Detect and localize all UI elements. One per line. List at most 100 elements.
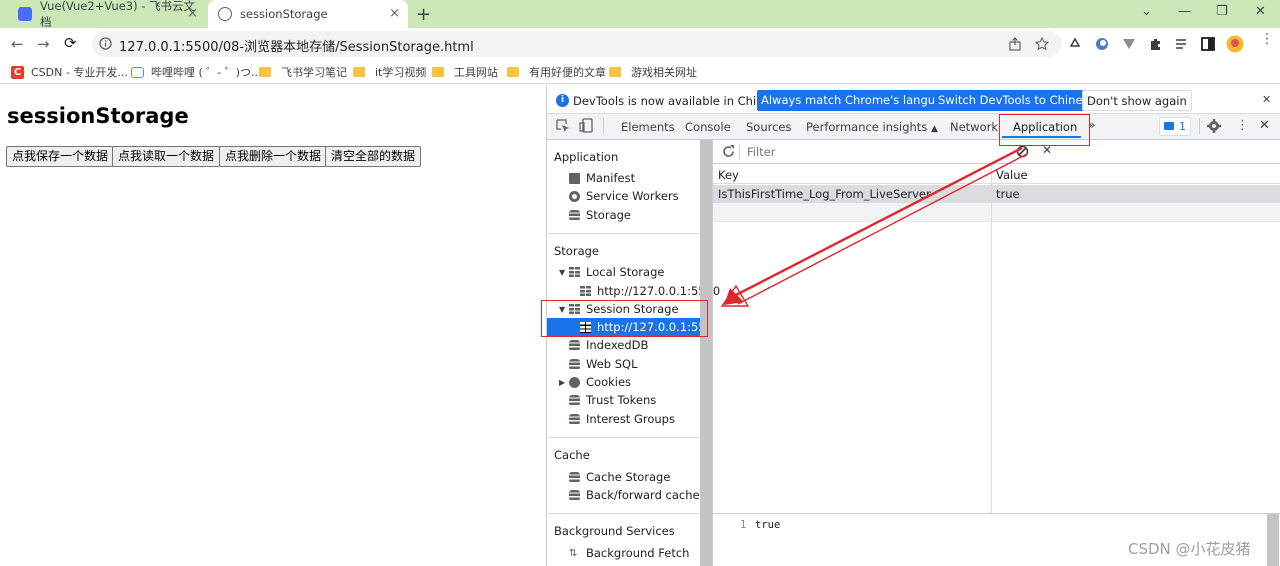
- clear-all-button[interactable]: 清空全部的数据: [325, 146, 422, 167]
- sidebar-item-local-storage[interactable]: Local Storage: [569, 263, 664, 281]
- database-icon: [569, 339, 580, 351]
- sidebar-item-label: Background Fetch: [586, 546, 690, 560]
- always-match-language-button[interactable]: Always match Chrome's language: [757, 90, 961, 111]
- cookie-icon: [569, 376, 580, 388]
- bookmark-label: 工具网站: [454, 66, 498, 79]
- tab-elements[interactable]: Elements: [621, 120, 675, 134]
- sidebar-item-indexeddb[interactable]: IndexedDB: [569, 336, 648, 354]
- sidebar-item-label: Local Storage: [586, 265, 665, 279]
- database-icon: [569, 394, 580, 406]
- sidebar-item-back-forward-cache[interactable]: Back/forward cache: [569, 486, 700, 504]
- reload-button[interactable]: ⟳: [64, 34, 77, 52]
- sidebar-item-web-sql[interactable]: Web SQL: [569, 355, 638, 373]
- section-application: Application: [554, 150, 619, 164]
- tab-close-icon[interactable]: ×: [389, 7, 400, 21]
- sidebar-item-label: Manifest: [586, 171, 636, 185]
- bookmark-folder[interactable]: 飞书学习笔记: [259, 64, 347, 80]
- bookmark-label: 哔哩哔哩 ( ゜- ゜)つ...: [151, 66, 262, 79]
- reading-list-icon[interactable]: [1175, 37, 1189, 51]
- inspect-element-icon[interactable]: [556, 119, 570, 133]
- expand-arrow-icon[interactable]: ▼: [559, 268, 565, 277]
- tabbar-divider: [603, 118, 604, 134]
- extension-recycle-icon[interactable]: [1068, 37, 1082, 51]
- browser-tab-feishu[interactable]: Vue(Vue2+Vue3) - 飞书云文档 ×: [8, 0, 206, 29]
- page-title: sessionStorage: [7, 104, 189, 128]
- bookmark-folder[interactable]: 有用好便的文章: [507, 64, 606, 80]
- url-text[interactable]: 127.0.0.1:5500/08-浏览器本地存储/SessionStorage…: [119, 36, 474, 55]
- save-data-button[interactable]: 点我保存一个数据: [6, 146, 115, 167]
- device-toolbar-icon[interactable]: [579, 118, 594, 133]
- sidebar-item-label: Trust Tokens: [586, 393, 657, 407]
- preview-value[interactable]: true: [755, 519, 780, 531]
- extensions-puzzle-icon[interactable]: [1149, 37, 1163, 51]
- forward-button[interactable]: →: [37, 35, 50, 53]
- sidebar-item-label: IndexedDB: [586, 338, 649, 352]
- browser-tab-sessionstorage[interactable]: sessionStorage ×: [208, 0, 408, 28]
- read-data-button[interactable]: 点我读取一个数据: [112, 146, 221, 167]
- back-button[interactable]: ←: [11, 35, 24, 53]
- switch-to-chinese-button[interactable]: Switch DevTools to Chinese: [934, 90, 1100, 111]
- dont-show-again-button[interactable]: Don't show again: [1082, 90, 1192, 111]
- folder-icon: [259, 67, 271, 77]
- infobar-close-icon[interactable]: ✕: [1262, 93, 1271, 106]
- folder-icon: [609, 67, 621, 77]
- issues-icon: [1164, 122, 1174, 130]
- folder-icon: [353, 67, 365, 77]
- sidebar-item-service-workers[interactable]: Service Workers: [569, 187, 679, 205]
- section-divider: [547, 437, 700, 438]
- bookmark-label: 飞书学习笔记: [281, 66, 347, 79]
- share-icon[interactable]: [1008, 37, 1022, 51]
- database-icon: [569, 358, 580, 370]
- tab-search-icon[interactable]: ⌄: [1141, 4, 1152, 19]
- sidebar-item-cookies[interactable]: Cookies: [569, 373, 631, 391]
- url-host: 127.0.0.1: [119, 40, 182, 55]
- new-tab-button[interactable]: +: [416, 4, 431, 25]
- bookmark-bilibili[interactable]: 哔哩哔哩 ( ゜- ゜)つ...: [131, 64, 262, 80]
- sidebar-item-interest-groups[interactable]: Interest Groups: [569, 410, 675, 428]
- tab-title: Vue(Vue2+Vue3) - 飞书云文档: [40, 0, 196, 29]
- sidebar-item-trust-tokens[interactable]: Trust Tokens: [569, 391, 656, 409]
- chrome-menu-icon[interactable]: ⋮: [1260, 32, 1274, 46]
- folder-icon: [507, 67, 519, 77]
- issues-badge[interactable]: 1: [1159, 117, 1191, 136]
- tab-close-icon[interactable]: ×: [187, 7, 198, 21]
- tab-console[interactable]: Console: [685, 120, 731, 134]
- delete-data-button[interactable]: 点我删除一个数据: [219, 146, 328, 167]
- tab-sources[interactable]: Sources: [746, 120, 792, 134]
- settings-gear-icon[interactable]: [1207, 119, 1221, 133]
- profile-avatar[interactable]: [1226, 35, 1244, 53]
- sidebar-item-label: Cookies: [586, 375, 632, 389]
- sidebar-item-background-fetch[interactable]: ⇅ Background Fetch: [569, 544, 689, 562]
- minimize-button[interactable]: —: [1178, 4, 1191, 19]
- csdn-logo-icon: C: [11, 65, 24, 79]
- window-close-button[interactable]: ✕: [1255, 4, 1266, 19]
- collapse-arrow-icon[interactable]: ▶: [559, 378, 565, 387]
- site-info-icon[interactable]: [99, 37, 112, 50]
- annotation-arrow: [720, 146, 1028, 307]
- bookmark-label: 游戏相关网址: [631, 66, 697, 79]
- sidebar-item-storage[interactable]: Storage: [569, 206, 631, 224]
- section-divider: [547, 233, 700, 234]
- annotation-box-session-storage: [541, 300, 708, 337]
- maximize-button[interactable]: ❐: [1216, 4, 1228, 19]
- bookmark-folder[interactable]: 工具网站: [432, 64, 498, 80]
- close-devtools-icon[interactable]: ✕: [1259, 118, 1270, 133]
- bookmark-folder[interactable]: 游戏相关网址: [609, 64, 697, 80]
- sidebar-item-label: Service Workers: [586, 189, 679, 203]
- flask-icon: ▲: [930, 124, 938, 134]
- sidebar-item-manifest[interactable]: Manifest: [569, 169, 635, 187]
- database-icon: [569, 489, 580, 501]
- customize-menu-icon[interactable]: ⋮: [1236, 118, 1249, 133]
- preview-scrollbar[interactable]: [1267, 514, 1279, 566]
- bookmark-star-icon[interactable]: [1035, 37, 1049, 51]
- sidebar-item-cache-storage[interactable]: Cache Storage: [569, 468, 670, 486]
- up-down-arrows-icon: ⇅: [569, 547, 578, 559]
- bookmark-label: it学习视频: [375, 66, 427, 79]
- bookmark-csdn[interactable]: C CSDN - 专业开发...: [11, 64, 128, 80]
- extension-vue-icon[interactable]: [1122, 37, 1136, 51]
- side-panel-icon[interactable]: [1201, 37, 1215, 51]
- bookmark-folder[interactable]: it学习视频: [353, 64, 426, 80]
- tab-performance-insights[interactable]: Performance insights ▲: [806, 120, 938, 134]
- tab-network[interactable]: Network: [950, 120, 998, 134]
- extension-blue-icon[interactable]: [1095, 37, 1109, 51]
